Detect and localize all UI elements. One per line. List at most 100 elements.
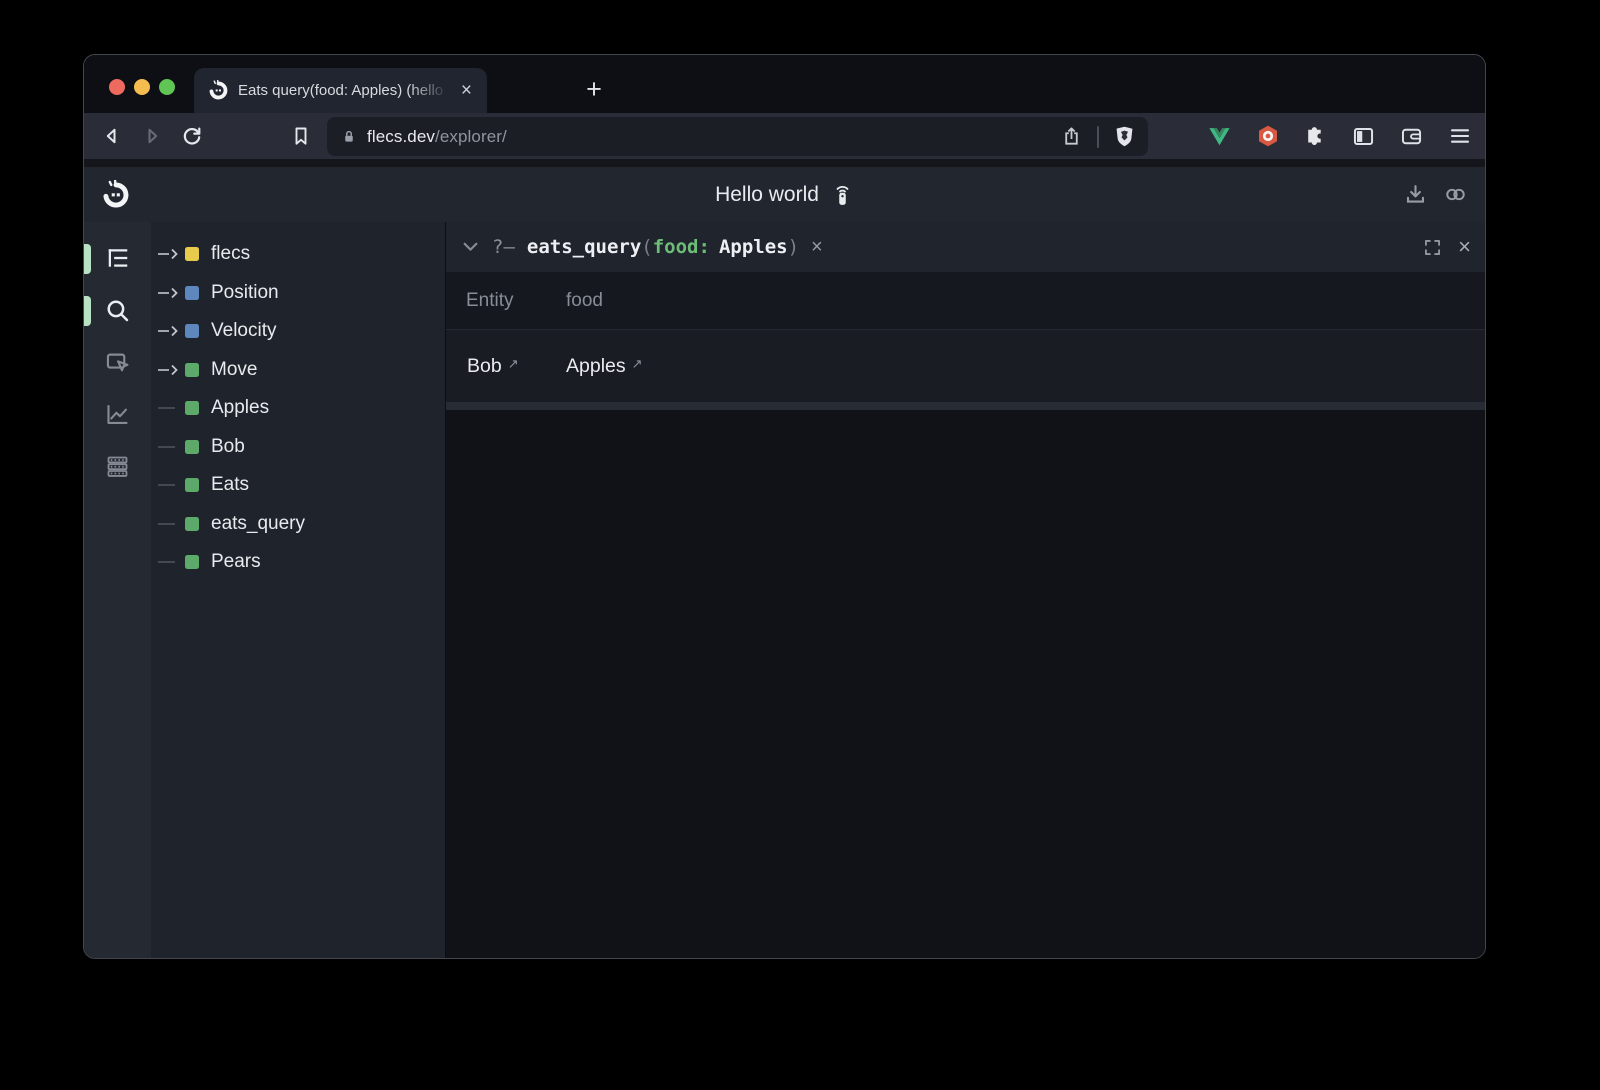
app-header: Hello world <box>84 159 1485 222</box>
new-tab-button[interactable]: + <box>578 73 610 105</box>
expand-arrow-icon[interactable] <box>157 401 182 415</box>
url-text: flecs.dev/explorer/ <box>367 127 507 147</box>
expand-arrow-icon[interactable] <box>157 363 182 377</box>
fullscreen-icon[interactable] <box>1422 237 1443 258</box>
result-table-rows: Bob ↗ Apples ↗ <box>446 330 1485 402</box>
vue-devtools-button[interactable] <box>1206 123 1233 150</box>
query-content: ?–eats_query(food:Apples) × × Entity foo… <box>445 222 1485 958</box>
query-clear-button[interactable]: × <box>811 236 823 259</box>
table-cell: Bob ↗ <box>467 355 566 378</box>
lock-icon <box>339 126 359 148</box>
query-prompt: ?– <box>492 236 515 258</box>
expand-arrow-icon[interactable] <box>157 247 182 261</box>
tree-item[interactable]: Pears <box>151 543 445 582</box>
tree-item[interactable]: eats_query <box>151 505 445 544</box>
tree-item-label: Apples <box>211 397 269 419</box>
tree-item-label: Position <box>211 282 279 304</box>
forward-button[interactable] <box>135 119 169 153</box>
entity-tree: flecs Position Velocity Move <box>151 222 445 958</box>
panel-close-button[interactable]: × <box>1458 236 1471 258</box>
remote-connection-icon[interactable] <box>831 182 854 207</box>
tree-item[interactable]: flecs <box>151 235 445 274</box>
sidebar-tab-entity-tree[interactable] <box>104 244 132 272</box>
entity-color-square <box>185 324 199 338</box>
browser-menu-button[interactable] <box>1446 123 1473 150</box>
hexagon-extension-icon <box>1255 123 1281 149</box>
entity-color-square <box>185 286 199 300</box>
browser-tab[interactable]: Eats query(food: Apples) (hello × <box>194 68 487 113</box>
tree-item-label: eats_query <box>211 513 305 535</box>
reload-button[interactable] <box>175 119 209 153</box>
flecs-logo-icon[interactable] <box>101 180 131 210</box>
entity-color-square <box>185 440 199 454</box>
entity-color-square <box>185 555 199 569</box>
query-expression[interactable]: ?–eats_query(food:Apples) <box>492 236 799 258</box>
tree-item[interactable]: Position <box>151 274 445 313</box>
wallet-button[interactable] <box>1398 123 1425 150</box>
expand-arrow-icon[interactable] <box>157 440 182 454</box>
header-actions <box>1401 167 1469 222</box>
journal-rows-icon <box>104 453 131 480</box>
sidebar-tab-inspect[interactable] <box>104 348 132 376</box>
query-name: eats_query <box>527 236 641 258</box>
query-header-actions: × <box>1422 236 1471 258</box>
table-cell: Apples ↗ <box>566 355 643 378</box>
vue-logo-icon <box>1206 123 1233 150</box>
back-button[interactable] <box>95 119 129 153</box>
sidebar-tab-stats[interactable] <box>104 400 132 428</box>
expand-arrow-icon[interactable] <box>157 555 182 569</box>
expand-arrow-icon[interactable] <box>157 286 182 300</box>
tree-item[interactable]: Move <box>151 351 445 390</box>
tree-item-label: Eats <box>211 474 249 496</box>
line-chart-icon <box>104 401 131 428</box>
extension-hexagon-button[interactable] <box>1254 123 1281 150</box>
entity-link[interactable]: Apples <box>566 355 626 378</box>
panel-resize-handle[interactable] <box>446 402 1485 410</box>
external-link-icon: ↗ <box>632 356 643 372</box>
external-link-icon: ↗ <box>508 356 519 372</box>
hamburger-menu-icon <box>1448 124 1472 148</box>
sidebar-tab-journal[interactable] <box>104 452 132 480</box>
tree-outline-icon <box>105 245 131 271</box>
tree-item[interactable]: Bob <box>151 428 445 467</box>
sidebar-tab-query[interactable] <box>104 296 132 324</box>
forward-icon <box>140 124 164 148</box>
traffic-lights <box>109 79 175 95</box>
tree-item[interactable]: Velocity <box>151 312 445 351</box>
expand-arrow-icon[interactable] <box>157 324 182 338</box>
bookmark-icon <box>289 124 313 148</box>
url-path: /explorer/ <box>435 127 507 146</box>
query-param: food <box>653 236 699 258</box>
column-header-entity[interactable]: Entity <box>466 290 566 312</box>
sidebar-toggle-button[interactable] <box>1350 123 1377 150</box>
active-panel-indicator <box>84 296 91 326</box>
address-bar[interactable]: flecs.dev/explorer/ <box>327 117 1148 156</box>
collapse-query-button[interactable] <box>463 242 478 252</box>
tree-item-label: Move <box>211 359 257 381</box>
download-button[interactable] <box>1401 181 1429 209</box>
wallet-icon <box>1399 124 1424 149</box>
extensions-button[interactable] <box>1302 123 1329 150</box>
copy-link-button[interactable] <box>1441 181 1469 209</box>
table-row[interactable]: Bob ↗ Apples ↗ <box>446 330 1485 402</box>
browser-toolbar: flecs.dev/explorer/ <box>84 113 1485 159</box>
tab-close-button[interactable]: × <box>456 79 477 102</box>
entity-color-square <box>185 478 199 492</box>
inspect-cursor-icon <box>104 349 131 376</box>
download-icon <box>1403 182 1428 207</box>
bookmark-button[interactable] <box>286 121 316 151</box>
sidebar-icon-strip <box>84 222 151 958</box>
entity-link[interactable]: Bob <box>467 355 502 378</box>
column-header-food[interactable]: food <box>566 290 603 312</box>
zoom-window-button[interactable] <box>159 79 175 95</box>
expand-arrow-icon[interactable] <box>157 517 182 531</box>
tree-item[interactable]: Eats <box>151 466 445 505</box>
share-button[interactable] <box>1058 123 1085 150</box>
tree-item[interactable]: Apples <box>151 389 445 428</box>
tab-title: Eats query(food: Apples) (hello <box>238 82 456 99</box>
brave-shields-button[interactable] <box>1111 123 1138 150</box>
expand-arrow-icon[interactable] <box>157 478 182 492</box>
close-window-button[interactable] <box>109 79 125 95</box>
minimize-window-button[interactable] <box>134 79 150 95</box>
world-title: Hello world <box>715 183 819 207</box>
